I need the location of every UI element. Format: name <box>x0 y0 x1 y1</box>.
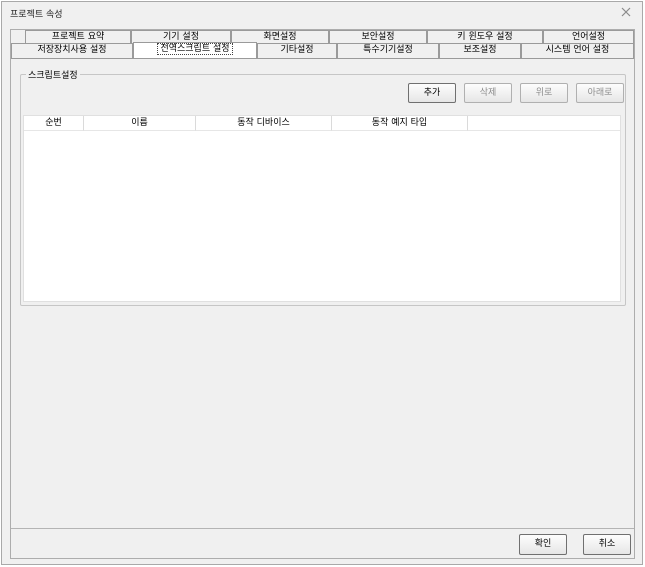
delete-button[interactable]: 삭제 <box>464 83 512 103</box>
close-icon <box>621 7 631 17</box>
ok-button[interactable]: 확인 <box>519 534 567 555</box>
script-list[interactable]: 순번 이름 동작 디바이스 동작 예지 타입 <box>23 115 621 302</box>
tab-label: 저장장치사용 설정 <box>37 45 107 55</box>
tab-page-global-script: 스크립트설정 추가 삭제 위로 아래로 순번 이름 동작 디바이스 동작 예지 … <box>11 58 634 528</box>
close-button[interactable] <box>620 6 632 18</box>
move-down-button[interactable]: 아래로 <box>576 83 624 103</box>
column-header-name[interactable]: 이름 <box>84 116 196 131</box>
tab-label: 화면설정 <box>263 32 297 42</box>
tab-label: 프로젝트 요약 <box>51 32 105 42</box>
tab-special-device-settings[interactable]: 특수기기설정 <box>337 43 439 58</box>
tab-label: 특수기기설정 <box>363 45 413 55</box>
tab-system-language-settings[interactable]: 시스템 언어 설정 <box>521 43 634 58</box>
footer-divider <box>11 528 634 529</box>
tab-auxiliary-settings[interactable]: 보조설정 <box>439 43 521 58</box>
tab-control: 프로젝트 요약 기기 설정 화면설정 보안설정 키 윈도우 설정 언어설정 저장… <box>10 29 635 559</box>
tab-other-settings[interactable]: 기타설정 <box>257 43 337 58</box>
tab-label: 보안설정 <box>361 32 395 42</box>
column-header-filler <box>468 116 620 131</box>
column-header-action-device[interactable]: 동작 디바이스 <box>196 116 332 131</box>
tab-label: 기타설정 <box>280 45 314 55</box>
project-properties-dialog: 프로젝트 속성 프로젝트 요약 기기 설정 화면설정 보안설정 키 윈도우 설정… <box>1 1 643 565</box>
column-header-index[interactable]: 순번 <box>24 116 84 131</box>
tab-storage-usage-settings[interactable]: 저장장치사용 설정 <box>11 43 133 58</box>
cancel-button[interactable]: 취소 <box>583 534 631 555</box>
add-button[interactable]: 추가 <box>408 83 456 103</box>
tab-label: 시스템 언어 설정 <box>545 45 610 55</box>
window-title: 프로젝트 속성 <box>10 10 63 20</box>
tab-label: 보조설정 <box>463 45 497 55</box>
tab-label: 키 윈도우 설정 <box>457 32 513 42</box>
tab-label: 언어설정 <box>571 32 606 42</box>
tab-label: 전역스크립트 설정 <box>157 43 233 55</box>
column-header-action-type[interactable]: 동작 예지 타입 <box>332 116 468 131</box>
group-label: 스크립트설정 <box>26 68 80 81</box>
move-up-button[interactable]: 위로 <box>520 83 568 103</box>
script-settings-group: 스크립트설정 추가 삭제 위로 아래로 순번 이름 동작 디바이스 동작 예지 … <box>20 68 626 306</box>
tab-global-script-settings[interactable]: 전역스크립트 설정 <box>133 42 257 58</box>
tab-label: 기기 설정 <box>163 32 199 42</box>
title-bar: 프로젝트 속성 <box>2 2 642 22</box>
